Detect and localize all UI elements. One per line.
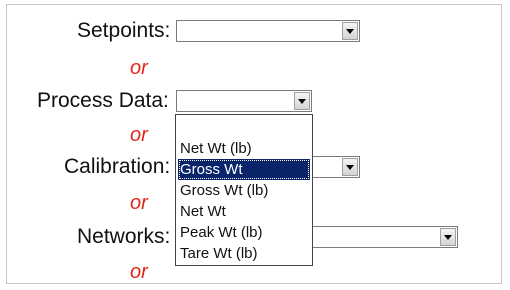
process-data-dropdown-list: Net Wt (lb) Gross Wt Gross Wt (lb) Net W… [175, 114, 313, 266]
dropdown-option-gross-wt-lb[interactable]: Gross Wt (lb) [178, 180, 310, 201]
process-data-select[interactable] [176, 90, 312, 112]
setpoints-label: Setpoints: [77, 19, 171, 42]
dropdown-option-tare-wt-lb[interactable]: Tare Wt (lb) [178, 243, 310, 264]
process-data-label: Process Data: [37, 89, 169, 112]
dropdown-option-peak-wt-lb[interactable]: Peak Wt (lb) [178, 222, 310, 243]
setpoints-select[interactable] [176, 20, 360, 42]
dropdown-option-gross-wt[interactable]: Gross Wt [178, 159, 310, 180]
dropdown-option-net-wt[interactable]: Net Wt [178, 201, 310, 222]
networks-label: Networks: [77, 225, 171, 248]
calibration-label: Calibration: [64, 155, 171, 178]
chevron-down-icon[interactable] [294, 92, 310, 110]
or-separator-2: or [130, 124, 148, 146]
chevron-down-icon[interactable] [440, 228, 456, 246]
or-separator-1: or [130, 57, 148, 79]
dropdown-option-net-wt-lb[interactable]: Net Wt (lb) [178, 138, 310, 159]
chevron-down-icon[interactable] [342, 22, 358, 40]
or-separator-4: or [130, 261, 148, 283]
or-separator-3: or [130, 192, 148, 214]
chevron-down-icon[interactable] [342, 158, 358, 176]
